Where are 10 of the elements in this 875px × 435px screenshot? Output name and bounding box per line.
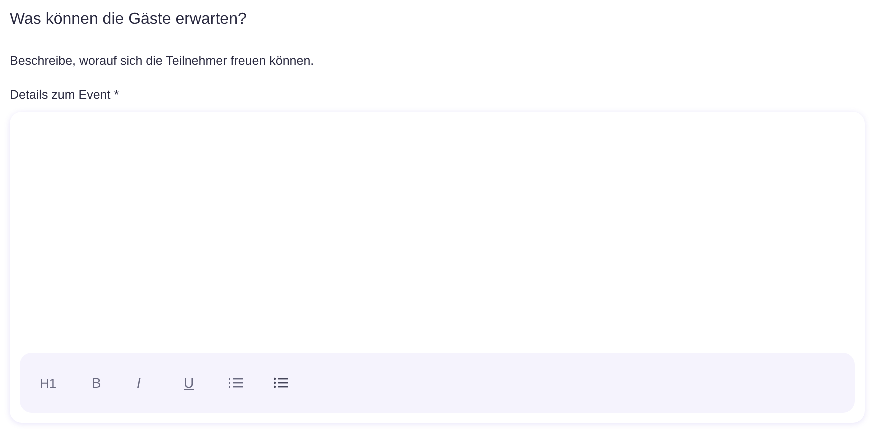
heading-button[interactable]: H1 — [40, 376, 92, 390]
italic-button[interactable]: I — [137, 375, 184, 391]
section-heading: Was können die Gäste erwarten? — [10, 10, 248, 30]
underline-button[interactable]: U — [184, 375, 229, 391]
editor-field[interactable]: H1 B I U — [10, 112, 865, 423]
bold-button[interactable]: B — [92, 375, 137, 391]
section-description: Beschreibe, worauf sich die Teilnehmer freuen können. — [10, 53, 316, 70]
field-label: Details zum Event * — [10, 87, 120, 104]
bullet-list-icon[interactable] — [274, 377, 288, 389]
ordered-list-icon[interactable] — [229, 377, 243, 389]
